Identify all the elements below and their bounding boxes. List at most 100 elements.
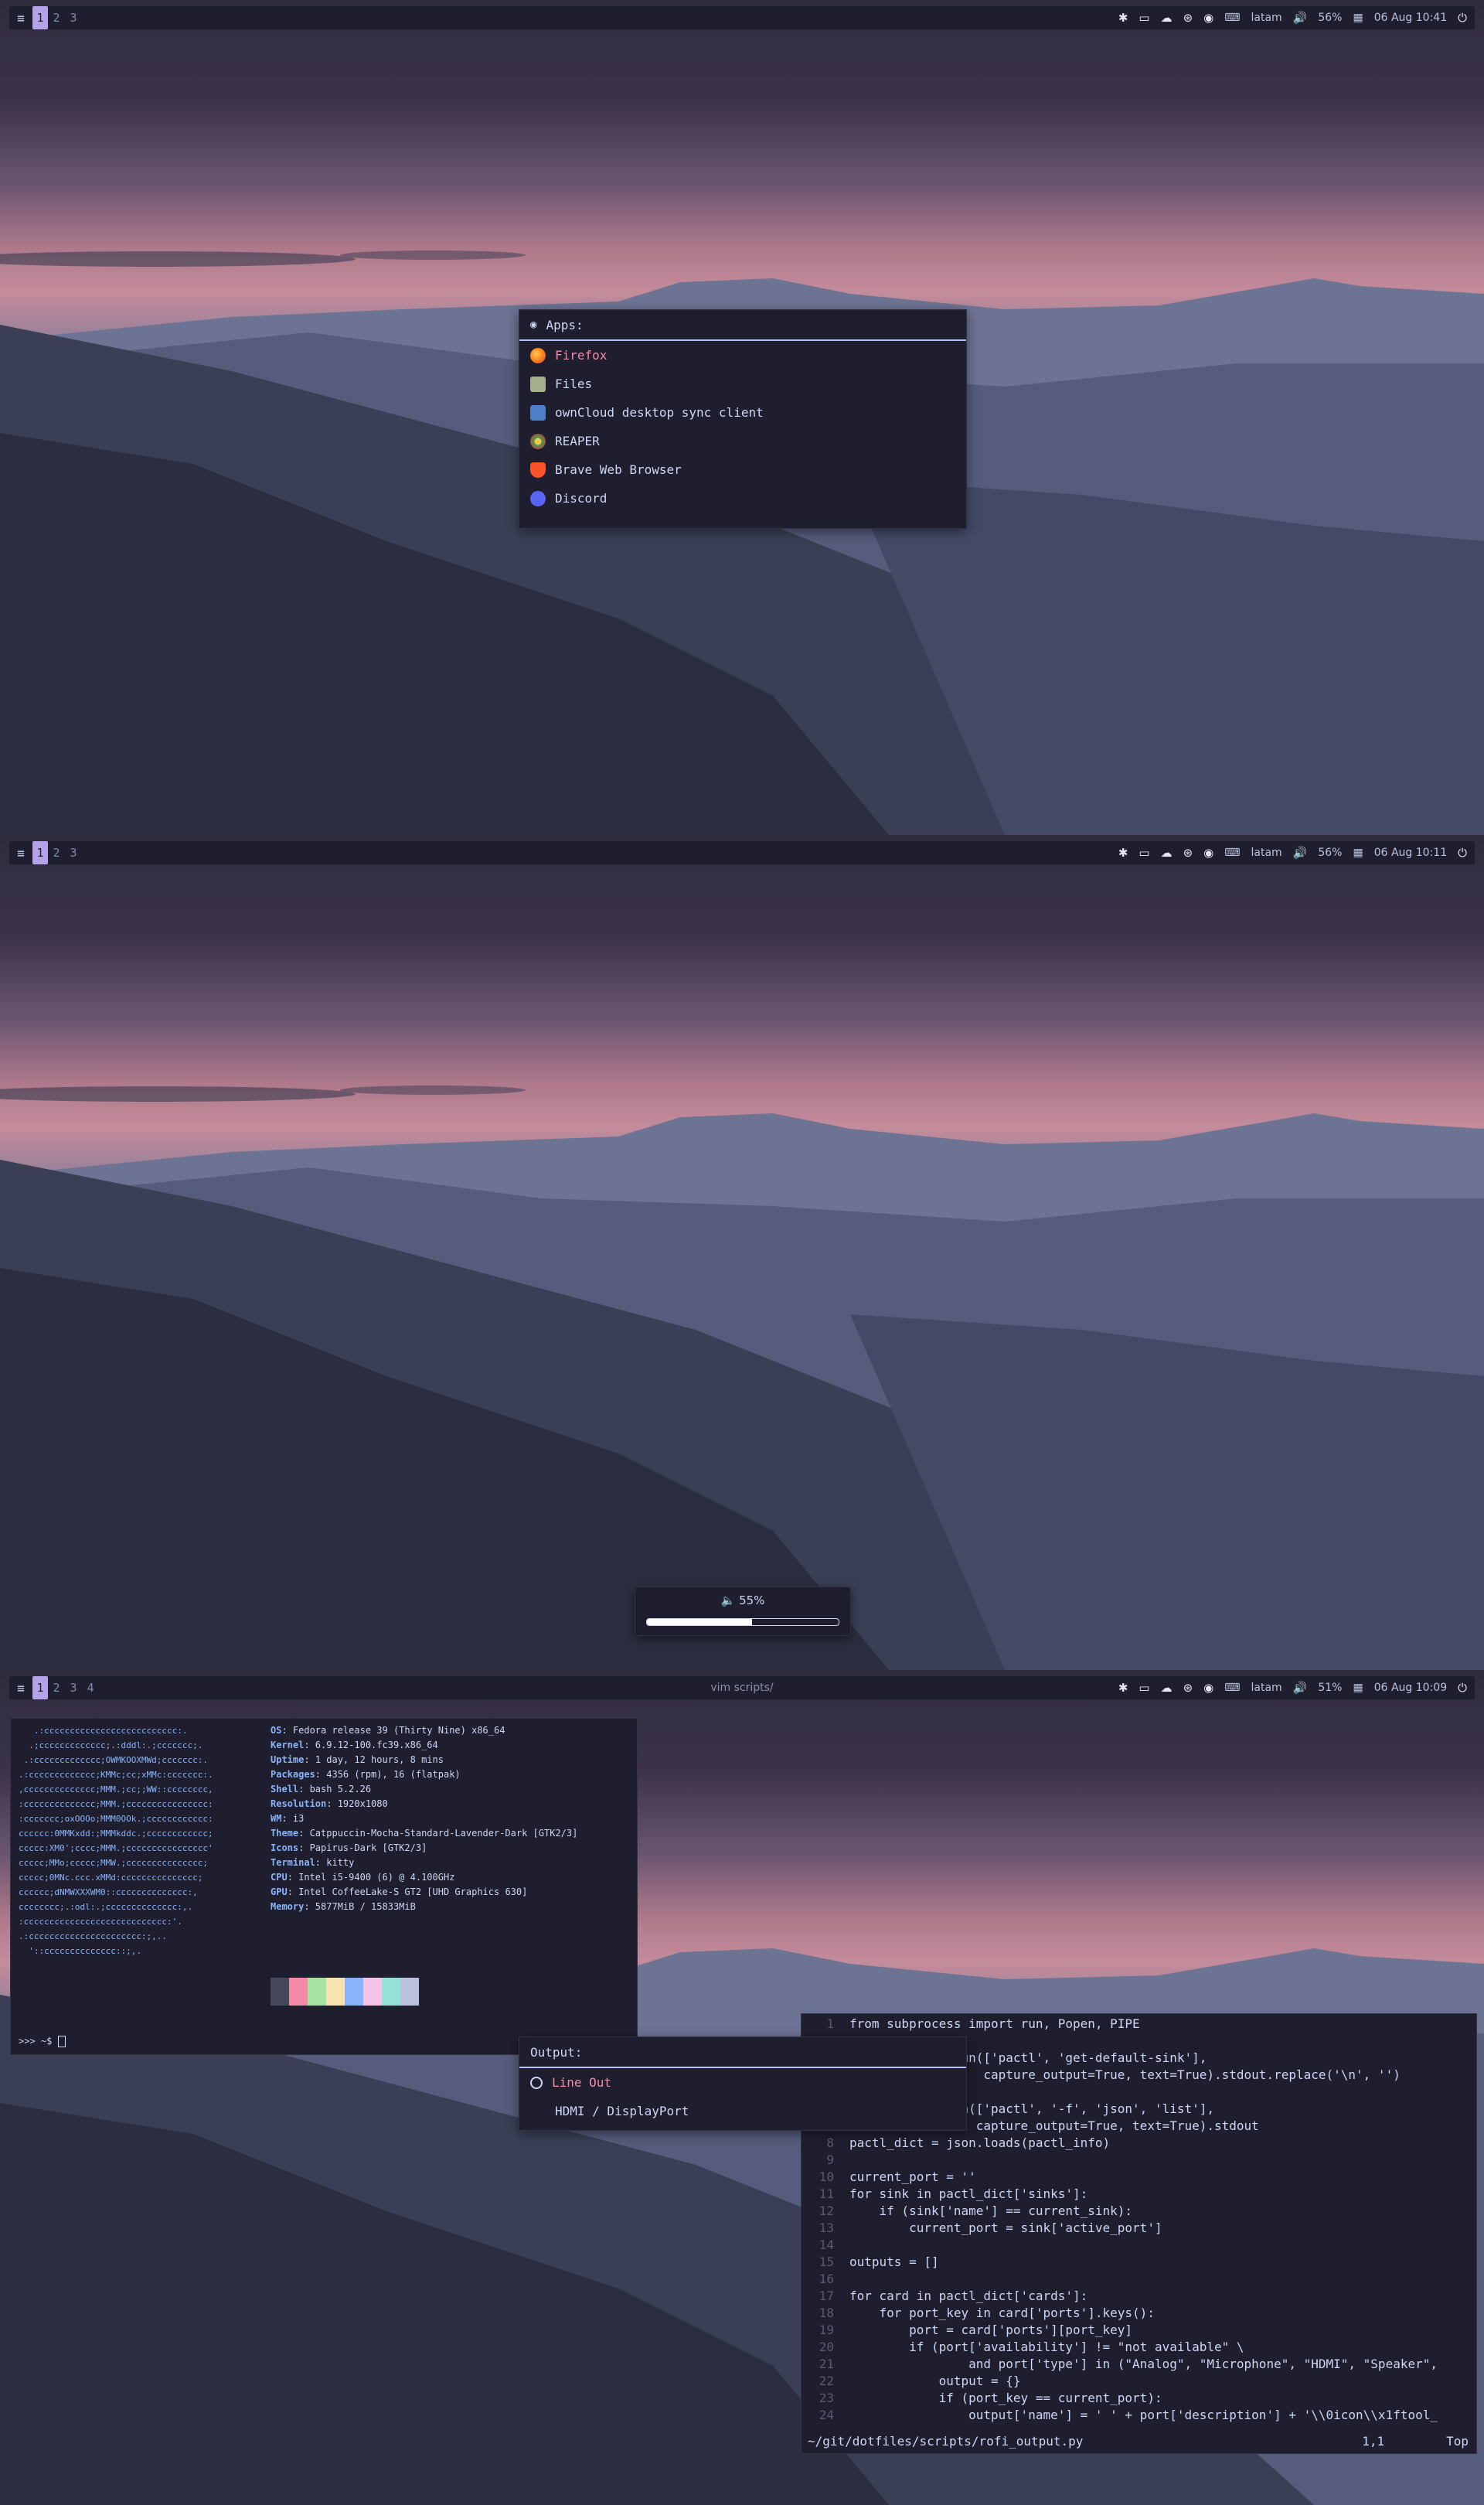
- line-number: 1: [826, 2016, 834, 2031]
- volume-level[interactable]: 56%: [1318, 847, 1342, 859]
- line-number: 12: [819, 2203, 834, 2218]
- sysinfo-row: WM: i3: [271, 1811, 577, 1826]
- keyboard-layout[interactable]: latam: [1251, 12, 1281, 24]
- workspace-1[interactable]: 1: [32, 1676, 48, 1699]
- network-icon[interactable]: ☁: [1161, 846, 1173, 860]
- workspace-1[interactable]: 1: [32, 841, 48, 864]
- vpn-icon[interactable]: ⊛: [1183, 1681, 1193, 1695]
- power-icon[interactable]: ⏻: [1458, 846, 1467, 860]
- screen-2: ≡ 1 2 3 ✱ ▭ ☁ ⊛ ◉ ⌨ latam 🔊 56% ▦ 06 Aug…: [0, 835, 1484, 1670]
- discord-tray-icon[interactable]: ◉: [1203, 11, 1213, 25]
- sysinfo-row: Memory: 5877MiB / 15833MiB: [271, 1900, 577, 1914]
- workspace-2[interactable]: 2: [48, 1676, 65, 1699]
- workspace-3[interactable]: 3: [65, 841, 82, 864]
- keyboard-layout[interactable]: latam: [1251, 847, 1281, 859]
- code-line: 17 for card in pactl_dict['cards']:: [802, 2288, 1438, 2305]
- volume-icon: 🔊: [1292, 11, 1308, 25]
- sysinfo-value: : i3: [281, 1813, 305, 1824]
- workspace-2[interactable]: 2: [48, 841, 65, 864]
- line-number: 22: [819, 2374, 834, 2388]
- menu-icon[interactable]: ≡: [9, 11, 32, 26]
- output-prompt[interactable]: Output:: [519, 2037, 966, 2068]
- status-file: ~/git/dotfiles/scripts/rofi_output.py: [808, 2434, 1084, 2449]
- datetime[interactable]: 06 Aug 10:11: [1374, 847, 1447, 859]
- sysinfo-key: CPU: [271, 1872, 288, 1883]
- app-item-owncloud[interactable]: ownCloud desktop sync client: [519, 398, 966, 427]
- top-bar: ≡ 1 2 3 4 vim scripts/ ✱ ▭ ☁ ⊛ ◉ ⌨ latam…: [9, 1676, 1475, 1699]
- app-item-reaper[interactable]: REAPER: [519, 427, 966, 455]
- sysinfo-value: : kitty: [315, 1857, 355, 1868]
- code-line: 1 from subprocess import run, Popen, PIPE: [802, 2016, 1438, 2033]
- sysinfo-key: Uptime: [271, 1754, 305, 1765]
- app-item-discord[interactable]: Discord: [519, 484, 966, 513]
- line-text: from subprocess import run, Popen, PIPE: [849, 2016, 1140, 2031]
- menu-icon[interactable]: ≡: [9, 846, 32, 861]
- sysinfo-row: Icons: Papirus-Dark [GTK2/3]: [271, 1841, 577, 1856]
- sysinfo-key: Packages: [271, 1769, 315, 1780]
- workspace-2[interactable]: 2: [48, 6, 65, 29]
- line-text: output = {}: [849, 2374, 1021, 2388]
- volume-slider[interactable]: [646, 1618, 839, 1626]
- keyboard-icon: ⌨: [1224, 12, 1241, 24]
- output-item-line-out[interactable]: Line Out: [519, 2068, 966, 2097]
- window-icon[interactable]: ▭: [1139, 1681, 1149, 1695]
- workspace-3[interactable]: 3: [65, 6, 82, 29]
- prompt-text: >>> ~$: [19, 2036, 58, 2047]
- power-icon[interactable]: ⏻: [1458, 1681, 1467, 1695]
- palette-swatch: [345, 1978, 363, 2006]
- power-icon[interactable]: ⏻: [1458, 11, 1467, 25]
- sysinfo-key: Resolution: [271, 1798, 327, 1809]
- shell-prompt[interactable]: >>> ~$: [19, 2034, 66, 2049]
- sysinfo-row: Theme: Catppuccin-Mocha-Standard-Lavende…: [271, 1826, 577, 1841]
- discord-tray-icon[interactable]: ◉: [1203, 1681, 1213, 1695]
- discord-tray-icon[interactable]: ◉: [1203, 846, 1213, 860]
- workspace-4[interactable]: 4: [82, 1676, 99, 1699]
- line-number: 15: [819, 2254, 834, 2269]
- sysinfo-key: Shell: [271, 1784, 299, 1794]
- bluetooth-icon[interactable]: ✱: [1118, 11, 1128, 25]
- network-icon[interactable]: ☁: [1161, 1681, 1173, 1695]
- app-label: Discord: [555, 491, 608, 506]
- terminal-window[interactable]: .:cccccccccccccccccccccccccc:. .;ccccccc…: [10, 1718, 638, 2055]
- line-number: 20: [819, 2340, 834, 2354]
- sysinfo-key: Kernel: [271, 1740, 305, 1750]
- workspace-3[interactable]: 3: [65, 1676, 82, 1699]
- code-line: 24 output['name'] = ' ' + port['descript…: [802, 2407, 1438, 2424]
- vpn-icon[interactable]: ⊛: [1183, 846, 1193, 860]
- bluetooth-icon[interactable]: ✱: [1118, 846, 1128, 860]
- line-number: 24: [819, 2408, 834, 2422]
- output-item-hdmi[interactable]: HDMI / DisplayPort: [519, 2097, 966, 2125]
- app-item-brave[interactable]: Brave Web Browser: [519, 455, 966, 484]
- workspace-1[interactable]: 1: [32, 6, 48, 29]
- sysinfo-value: : 5877MiB / 15833MiB: [304, 1901, 416, 1912]
- sysinfo-key: WM: [271, 1813, 282, 1824]
- window-icon[interactable]: ▭: [1139, 11, 1149, 25]
- launcher-prompt[interactable]: ◉ Apps:: [519, 310, 966, 341]
- code-line: 9: [802, 2152, 1438, 2169]
- datetime[interactable]: 06 Aug 10:09: [1374, 1682, 1447, 1694]
- sysinfo-key: Icons: [271, 1842, 299, 1853]
- volume-level[interactable]: 56%: [1318, 12, 1342, 24]
- osd-volume-label: 55%: [739, 1593, 765, 1607]
- app-item-files[interactable]: Files: [519, 370, 966, 398]
- search-icon: ◉: [530, 319, 537, 331]
- volume-level[interactable]: 51%: [1318, 1682, 1342, 1694]
- vpn-icon[interactable]: ⊛: [1183, 11, 1193, 25]
- status-area: ✱ ▭ ☁ ⊛ ◉ ⌨ latam 🔊 51% ▦ 06 Aug 10:09 ⏻: [1118, 1681, 1475, 1695]
- menu-icon[interactable]: ≡: [9, 1681, 32, 1696]
- output-selector: Output: Line Out HDMI / DisplayPort: [519, 2036, 967, 2131]
- line-text: if (port['availability'] != "not availab…: [849, 2340, 1244, 2354]
- keyboard-layout[interactable]: latam: [1251, 1682, 1281, 1694]
- sysinfo-value: : Fedora release 39 (Thirty Nine) x86_64: [281, 1725, 505, 1736]
- palette-swatch: [289, 1978, 308, 2006]
- network-icon[interactable]: ☁: [1161, 11, 1173, 25]
- reaper-icon: [530, 433, 546, 449]
- app-item-firefox[interactable]: Firefox: [519, 341, 966, 370]
- bluetooth-icon[interactable]: ✱: [1118, 1681, 1128, 1695]
- line-text: if (port_key == current_port):: [849, 2391, 1162, 2405]
- sysinfo-key: GPU: [271, 1886, 288, 1897]
- window-icon[interactable]: ▭: [1139, 846, 1149, 860]
- status-area: ✱ ▭ ☁ ⊛ ◉ ⌨ latam 🔊 56% ▦ 06 Aug 10:41 ⏻: [1118, 11, 1475, 25]
- app-label: ownCloud desktop sync client: [555, 405, 764, 420]
- datetime[interactable]: 06 Aug 10:41: [1374, 12, 1447, 24]
